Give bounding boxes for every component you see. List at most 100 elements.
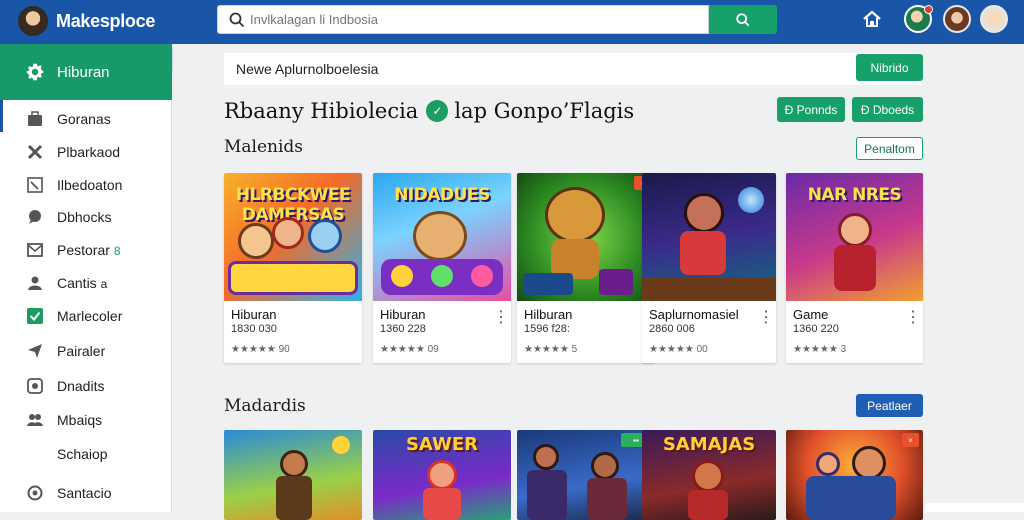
sidebar-item-label: Schaiop <box>57 446 108 462</box>
verified-icon: ✓ <box>426 100 449 122</box>
action-button-2[interactable]: Đ Dboeds <box>852 97 923 122</box>
sidebar-item[interactable]: Cantis a <box>0 267 172 299</box>
game-card[interactable]: HLRBCKWEE DAMERSAS Hiburan 1830 030 ★★★★… <box>224 173 362 363</box>
game-name: Hiburan <box>231 307 277 322</box>
game-thumbnail: NAR NRES <box>786 173 923 301</box>
search-box[interactable] <box>217 5 709 34</box>
game-art-text: SAWER <box>405 434 479 455</box>
brand-name[interactable]: Makesploce <box>56 11 155 32</box>
sidebar-item-label: Dnadits <box>57 378 105 394</box>
send-icon <box>26 342 44 360</box>
sidebar: Hiburan Goranas Plbarkaod Ilbedoaton Dbh… <box>0 44 173 512</box>
game-meta: 1360 228 <box>380 323 426 335</box>
tools-icon <box>26 143 44 161</box>
home-icon[interactable] <box>860 7 884 37</box>
game-card[interactable]: Saplurnomasiel 2860 006 ★★★★★ 00 ⋮ <box>642 173 776 363</box>
section-action-button[interactable]: Penaltom <box>856 137 923 160</box>
game-card[interactable]: NIDADUES Hiburan 1360 228 ★★★★★ 09 ⋮ <box>373 173 511 363</box>
sidebar-item-label: Mbaiqs <box>57 412 103 428</box>
avatar[interactable] <box>943 5 971 33</box>
search-icon <box>228 11 246 29</box>
game-card[interactable]: NAR NRES Game 1360 220 ★★★★★ 3 ⋮ <box>786 173 923 363</box>
main-content: Newe Aplurnolboelesia Nibrido Rbaany Hib… <box>172 44 1024 520</box>
chat-icon <box>26 208 44 226</box>
search-input[interactable] <box>250 6 708 33</box>
section-title: Madardis <box>224 396 306 416</box>
game-card[interactable]: × <box>786 430 923 520</box>
sidebar-item[interactable]: Pairaler <box>0 335 172 367</box>
avatar[interactable] <box>980 5 1008 33</box>
chart-icon <box>26 176 44 194</box>
game-meta: 1830 030 <box>231 323 277 335</box>
notice-bar: Newe Aplurnolboelesia <box>224 53 922 85</box>
badge-icon: × <box>902 433 919 447</box>
game-thumbnail: ▪ <box>517 173 655 301</box>
game-art-text: SAMAJAS <box>662 434 756 455</box>
game-card[interactable]: ▪ Hilburan 1596 f28: ★★★★★ 5 <box>517 173 655 363</box>
game-name: Saplurnomasiel <box>649 307 739 322</box>
user-icon <box>26 274 44 292</box>
check-icon <box>26 307 44 325</box>
sidebar-item[interactable]: Santacio <box>0 477 172 509</box>
sidebar-item[interactable]: Dnadits <box>0 370 172 402</box>
sidebar-item[interactable]: Marlecoler <box>0 300 172 332</box>
more-options-icon[interactable]: ⋮ <box>493 309 509 327</box>
people-icon <box>26 411 44 429</box>
notice-action-button[interactable]: Nibrido <box>856 54 923 81</box>
more-options-icon[interactable]: ⋮ <box>758 309 774 327</box>
logo-icon[interactable] <box>18 6 48 36</box>
notice-text: Newe Aplurnolboelesia <box>236 61 379 77</box>
sidebar-item[interactable]: Pestorar 8 <box>0 234 172 266</box>
camera-icon <box>26 377 44 395</box>
sidebar-item-label: Hiburan <box>57 63 110 81</box>
sidebar-item-label: Dbhocks <box>57 209 112 225</box>
sidebar-item-label: Goranas <box>57 111 111 127</box>
sidebar-item[interactable]: Schaiop <box>0 438 172 470</box>
game-meta: 1360 220 <box>793 323 839 335</box>
game-art-text: NIDADUES <box>394 185 490 205</box>
more-options-icon[interactable]: ⋮ <box>905 309 921 327</box>
mail-icon <box>26 241 44 259</box>
game-rating: ★★★★★ 5 <box>524 344 578 355</box>
sidebar-item[interactable]: Mbaiqs <box>0 404 172 436</box>
game-meta: 2860 006 <box>649 323 695 335</box>
game-name: Hiburan <box>380 307 426 322</box>
game-card[interactable]: ▪▪ <box>517 430 655 520</box>
support-icon <box>26 484 44 502</box>
search-button[interactable] <box>709 5 777 34</box>
sidebar-item-label: Ilbedoaton <box>57 177 123 193</box>
sidebar-item-label: Santacio <box>57 485 112 501</box>
game-art-text: NAR NRES <box>807 185 902 205</box>
action-button-1[interactable]: Đ Ponnds <box>777 97 845 122</box>
game-thumbnail: HLRBCKWEE DAMERSAS <box>224 173 362 301</box>
sidebar-item[interactable]: Ilbedoaton <box>0 169 172 201</box>
sidebar-item-label: Pairaler <box>57 343 106 359</box>
game-meta: 1596 f28: <box>524 323 570 335</box>
sidebar-item-active[interactable]: Hiburan <box>0 44 172 100</box>
sidebar-item[interactable]: Goranas <box>0 103 172 135</box>
sidebar-item-label: Pestorar 8 <box>57 242 121 258</box>
game-name: Hilburan <box>524 307 573 322</box>
notification-badge <box>924 5 933 14</box>
status-chip <box>925 503 1024 512</box>
sidebar-item-label: Plbarkaod <box>57 144 121 160</box>
game-card[interactable]: SAMAJAS <box>642 430 776 520</box>
game-thumbnail <box>642 173 776 301</box>
sidebar-item-label: Marlecoler <box>57 308 123 324</box>
gear-icon <box>26 63 44 81</box>
search-icon <box>736 12 750 26</box>
game-rating: ★★★★★ 3 <box>793 344 847 355</box>
sidebar-item[interactable]: Plbarkaod <box>0 136 172 168</box>
briefcase-icon <box>26 110 44 128</box>
game-rating: ★★★★★ 09 <box>380 344 439 355</box>
section-action-button[interactable]: Peatlaer <box>856 394 923 417</box>
game-thumbnail: NIDADUES <box>373 173 511 301</box>
sidebar-item[interactable]: Dbhocks <box>0 201 172 233</box>
section-title: Malenids <box>224 137 304 157</box>
game-card[interactable] <box>224 430 362 520</box>
page-title-right: lap Gonpo’Flagis <box>454 99 635 123</box>
avatar[interactable] <box>904 5 933 33</box>
game-name: Game <box>793 307 829 322</box>
page-title-left: Rbaany Hibiolecia <box>224 99 419 123</box>
game-card[interactable]: SAWER <box>373 430 511 520</box>
